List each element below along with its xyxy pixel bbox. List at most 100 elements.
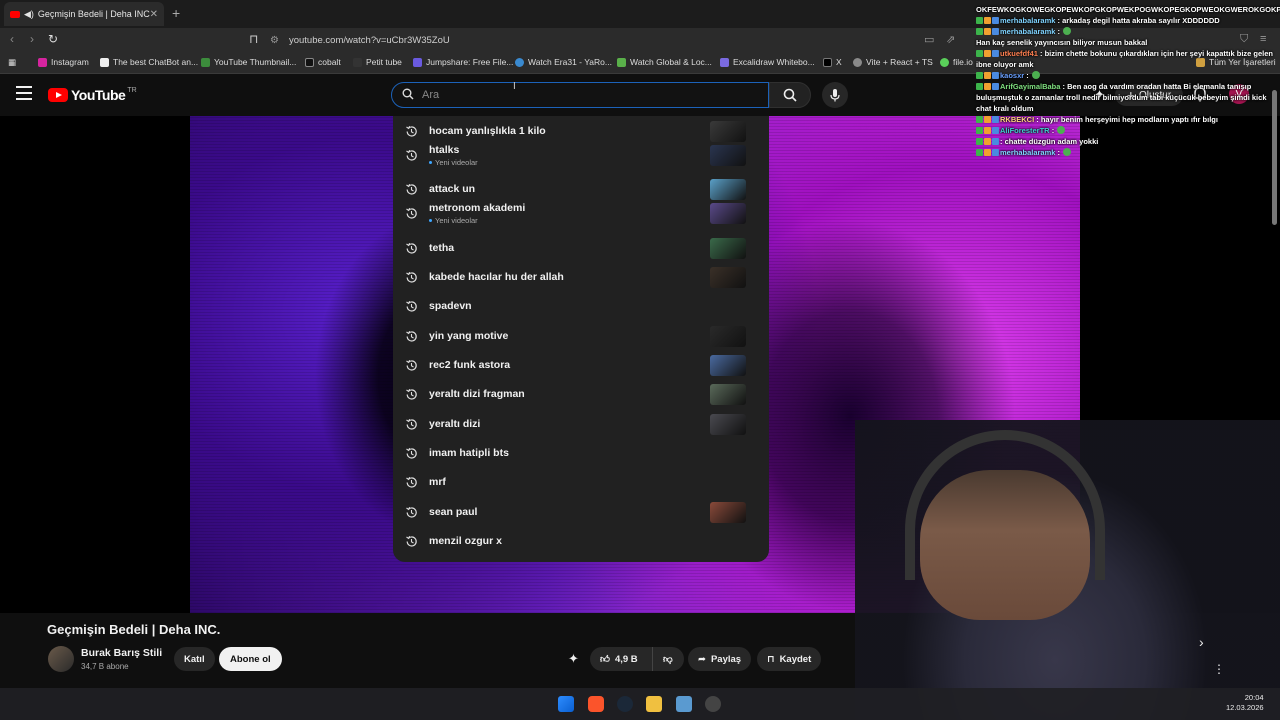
chat-username[interactable]: ArifGayimalBaba: [1000, 82, 1060, 91]
suggestion-thumbnail[interactable]: [710, 326, 746, 347]
chat-message: merhabalaramk : arkadaş degil hatta akra…: [976, 15, 1276, 26]
chat-username[interactable]: merhabalaramk: [1000, 148, 1055, 157]
chat-username[interactable]: AliForesterTR: [1000, 126, 1050, 135]
search-suggestion-item[interactable]: tetha: [393, 234, 769, 263]
search-suggestion-item[interactable]: yeraltı dizi fragman: [393, 380, 769, 409]
search-suggestion-item[interactable]: metronom akademi Yeni videolar: [393, 199, 769, 228]
channel-avatar[interactable]: [48, 646, 74, 672]
obs-icon[interactable]: [705, 696, 721, 712]
search-suggestion-item[interactable]: spadevn: [393, 292, 769, 321]
chat-username[interactable]: kaosxr: [1000, 71, 1024, 80]
system-clock[interactable]: 20:04 12.03.2026: [1226, 693, 1264, 713]
search-input[interactable]: [422, 89, 768, 101]
bookmark-fileio[interactable]: file.io: [940, 57, 973, 67]
search-suggestion-item[interactable]: mrf: [393, 468, 769, 497]
bookmark-watch-global[interactable]: Watch Global & Loc...: [617, 57, 712, 67]
chat-badge-icon: [992, 50, 999, 57]
search-suggestion-item[interactable]: rec2 funk astora: [393, 351, 769, 380]
suggestion-thumbnail[interactable]: [710, 384, 746, 405]
search-button[interactable]: [769, 82, 811, 108]
back-icon[interactable]: ‹: [10, 32, 14, 46]
save-button[interactable]: ⊓ Kaydet: [757, 647, 822, 671]
reload-icon[interactable]: ↻: [48, 32, 58, 46]
search-suggestion-item[interactable]: yeraltı dizi: [393, 410, 769, 439]
chat-badge-icon: [976, 138, 983, 145]
share-button[interactable]: ➦ Paylaş: [688, 647, 752, 671]
site-info-icon[interactable]: ⚙: [270, 35, 279, 46]
windows-start-icon[interactable]: [558, 696, 574, 712]
join-button[interactable]: Katıl: [174, 647, 215, 671]
like-button[interactable]: 👍︎ 4,9 B: [590, 647, 652, 671]
history-icon: [406, 242, 417, 254]
apps-grid-icon[interactable]: ▦: [8, 57, 16, 68]
chat-username[interactable]: RKBEKCI: [1000, 115, 1034, 124]
file-explorer-icon[interactable]: [646, 696, 662, 712]
forward-icon[interactable]: ›: [30, 32, 34, 46]
share-arrow-icon: ➦: [698, 653, 706, 665]
suggestion-thumbnail[interactable]: [710, 238, 746, 259]
suggestion-thumbnail[interactable]: [710, 203, 746, 224]
voice-search-button[interactable]: [822, 82, 848, 108]
chat-username[interactable]: merhabalaramk: [1000, 16, 1055, 25]
search-suggestion-item[interactable]: menzil ozgur x: [393, 527, 769, 556]
app-icon[interactable]: [676, 696, 692, 712]
microphone-icon: [830, 89, 840, 102]
thumbs-down-icon: 👎︎: [663, 654, 673, 665]
search-suggestion-item[interactable]: yin yang motive: [393, 322, 769, 351]
speaker-icon[interactable]: ◀): [24, 9, 34, 20]
bookmark-excalidraw[interactable]: Excalidraw Whitebo...: [720, 57, 815, 67]
search-suggestion-item[interactable]: imam hatipli bts: [393, 439, 769, 468]
chat-username[interactable]: utkuefdf41: [1000, 49, 1038, 58]
url-field[interactable]: ⚙ youtube.com/watch?v=uCbr3W35ZoU: [270, 31, 970, 49]
chat-badge-icon: [984, 50, 991, 57]
brave-browser-icon[interactable]: [588, 696, 604, 712]
suggestion-text: htalks: [429, 144, 460, 156]
search-suggestion-item[interactable]: htalks Yeni videolar: [393, 141, 769, 170]
chat-message: : chatte düzgün adam yokki: [976, 136, 1276, 147]
chat-emote-icon: [1063, 148, 1072, 156]
history-icon: [406, 447, 417, 459]
browser-tab[interactable]: ◀) Geçmişin Bedeli | Deha INC. ✕: [4, 2, 164, 26]
bookmark-petit-tube[interactable]: Petit tube: [353, 57, 402, 67]
suggestion-thumbnail[interactable]: [710, 355, 746, 376]
bookmark-era31[interactable]: Watch Era31 - YaRo...: [515, 57, 612, 67]
suggestion-thumbnail[interactable]: [710, 414, 746, 435]
chat-badge-icon: [984, 138, 991, 145]
new-tab-button[interactable]: +: [172, 5, 180, 21]
search-box[interactable]: [391, 82, 769, 108]
suggestion-thumbnail[interactable]: [710, 121, 746, 142]
stream-chat-overlay: OKFEWKOGKOWEGKOPEWKOPGKOPWEKPOGWKOPEGKOP…: [976, 4, 1280, 158]
ai-sparkle-icon[interactable]: ✦: [568, 651, 579, 667]
dislike-button[interactable]: 👎︎: [652, 647, 684, 671]
more-options-icon[interactable]: ⋮: [1213, 662, 1225, 676]
subscribe-button[interactable]: Abone ol: [219, 647, 282, 671]
search-icon: [783, 88, 797, 102]
chat-message-text: :: [1026, 71, 1029, 80]
bookmark-chatbot[interactable]: The best ChatBot an...: [100, 57, 198, 67]
page-scrollbar[interactable]: [1272, 90, 1277, 225]
suggestion-thumbnail[interactable]: [710, 502, 746, 523]
share-page-icon[interactable]: ⇗: [946, 33, 955, 46]
channel-name[interactable]: Burak Barış Stili: [81, 647, 162, 659]
steam-icon[interactable]: [617, 696, 633, 712]
chat-message: kaosxr :: [976, 70, 1276, 81]
hamburger-menu-icon[interactable]: [16, 86, 32, 100]
bookmark-instagram[interactable]: Instagram: [38, 57, 89, 67]
bookmark-yt-thumbnail[interactable]: YouTube Thumbnail...: [201, 57, 296, 67]
suggestion-thumbnail[interactable]: [710, 145, 746, 166]
youtube-logo[interactable]: YouTube TR: [48, 87, 137, 103]
suggestion-thumbnail[interactable]: [710, 179, 746, 200]
bookmark-icon[interactable]: ⊓: [249, 32, 258, 46]
close-tab-icon[interactable]: ✕: [150, 9, 158, 20]
search-suggestion-item[interactable]: sean paul: [393, 498, 769, 527]
cast-icon[interactable]: ▭: [924, 33, 934, 46]
bookmark-cobalt[interactable]: cobalt: [305, 57, 341, 67]
chevron-right-icon[interactable]: ›: [1199, 634, 1204, 650]
bookmark-vite[interactable]: Vite + React + TS: [853, 57, 933, 67]
bookmark-jumpshare[interactable]: Jumpshare: Free File...: [413, 57, 513, 67]
chat-badge-icon: [976, 149, 983, 156]
chat-username[interactable]: merhabalaramk: [1000, 27, 1055, 36]
search-suggestion-item[interactable]: kabede hacılar hu der allah: [393, 263, 769, 292]
bookmark-x[interactable]: X: [823, 57, 842, 67]
suggestion-thumbnail[interactable]: [710, 267, 746, 288]
